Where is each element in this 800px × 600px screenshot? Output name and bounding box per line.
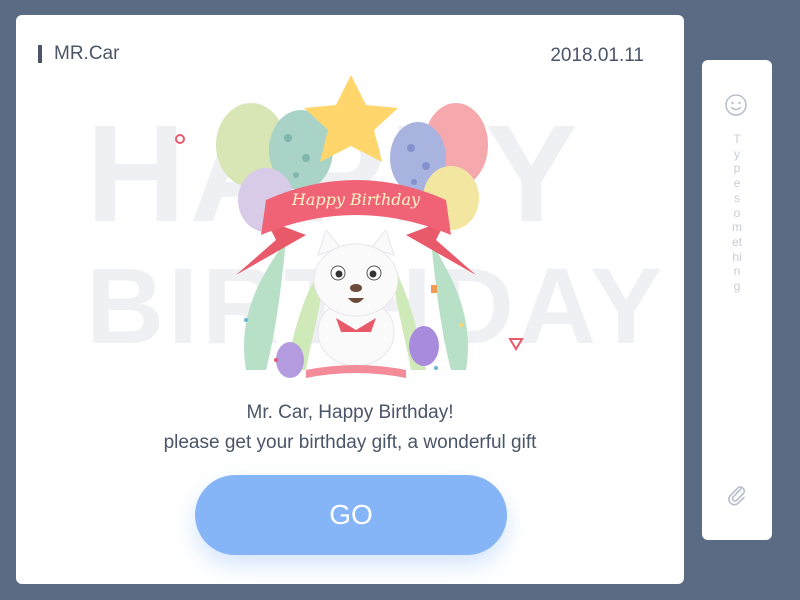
birthday-dog-illustration: Happy Birthday (216, 75, 488, 378)
card-date: 2018.01.11 (550, 45, 644, 66)
birthday-message: Mr. Car, Happy Birthday! (246, 402, 454, 423)
sender-accent-bar (38, 45, 42, 63)
go-button[interactable]: GO (195, 475, 507, 555)
message-input[interactable]: Type something (702, 132, 772, 294)
banner-text: Happy Birthday (291, 190, 421, 209)
gift-message: please get your birthday gift, a wonderf… (163, 432, 537, 453)
triangle-decoration (508, 338, 524, 351)
sender: MR.Car (38, 43, 119, 65)
ring-decoration (175, 134, 185, 144)
paperclip-icon[interactable] (725, 483, 749, 507)
sender-name: MR.Car (54, 43, 120, 64)
birthday-card: HAPPY BIRTHDAY MR.Car 2018.01.11 Happy B… (16, 15, 684, 584)
smiley-face-icon[interactable] (724, 93, 748, 117)
message-sidebar: Type something (702, 60, 772, 540)
